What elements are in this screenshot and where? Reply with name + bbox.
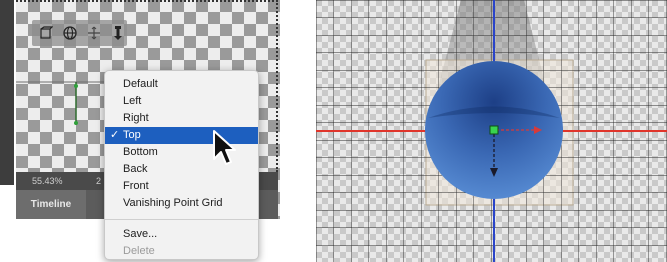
pivot-point-icon[interactable] bbox=[489, 125, 499, 135]
menu-item-label: Back bbox=[123, 163, 148, 175]
menu-item-label: Default bbox=[123, 78, 158, 90]
menu-item-front[interactable]: Front bbox=[105, 178, 258, 195]
canvas-background-strip bbox=[0, 0, 14, 185]
view-toolbar bbox=[32, 20, 127, 46]
menu-item-label: Left bbox=[123, 95, 142, 107]
document-info: 2 bbox=[96, 176, 102, 186]
menu-item-right[interactable]: Right bbox=[105, 110, 258, 127]
menu-item-vanishing-point-grid[interactable]: Vanishing Point Grid bbox=[105, 195, 258, 212]
zoom-level: 55.43% bbox=[32, 176, 63, 186]
move-icon[interactable] bbox=[86, 25, 102, 41]
checkmark-icon: ✓ bbox=[110, 129, 120, 141]
menu-item-label: Delete bbox=[123, 245, 155, 257]
menu-item-save[interactable]: Save... bbox=[105, 226, 258, 243]
menu-item-label: Top bbox=[123, 129, 141, 141]
camera-icon[interactable] bbox=[110, 25, 126, 41]
tab-timeline[interactable]: Timeline bbox=[16, 190, 86, 219]
cube-icon[interactable] bbox=[38, 25, 54, 41]
menu-item-label: Front bbox=[123, 180, 149, 192]
menu-divider bbox=[105, 219, 258, 220]
top-view-scene bbox=[316, 0, 667, 262]
menu-item-left[interactable]: Left bbox=[105, 93, 258, 110]
menu-item-default[interactable]: Default bbox=[105, 76, 258, 93]
menu-item-label: Bottom bbox=[123, 146, 158, 158]
menu-item-label: Save... bbox=[123, 228, 158, 240]
mouse-pointer-icon bbox=[213, 130, 236, 165]
3d-viewport-top-view[interactable] bbox=[316, 0, 667, 262]
menu-item-label: Right bbox=[123, 112, 149, 124]
menu-item-delete: Delete bbox=[105, 243, 258, 260]
menu-item-label: Vanishing Point Grid bbox=[123, 197, 223, 209]
orbit-icon[interactable] bbox=[62, 25, 78, 41]
